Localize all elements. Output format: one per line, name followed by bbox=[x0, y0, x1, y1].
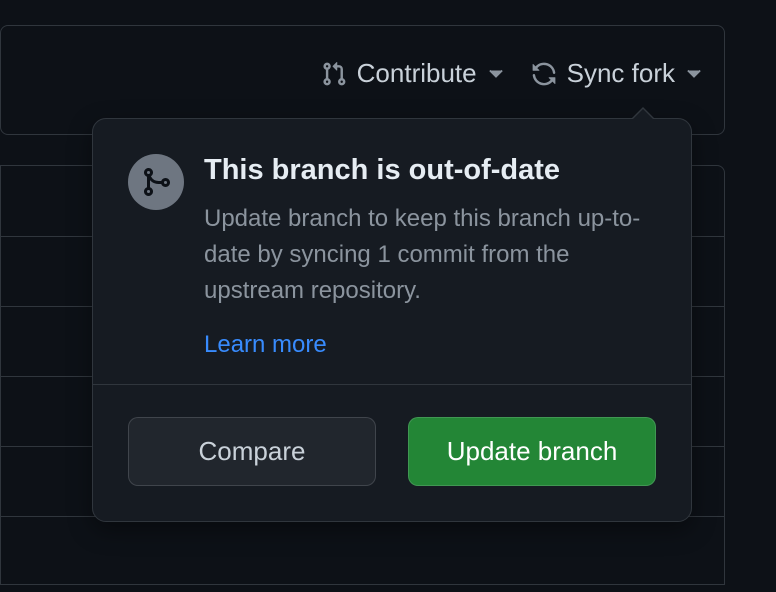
popover-footer: Compare Update branch bbox=[93, 384, 691, 521]
popover-title: This branch is out-of-date bbox=[204, 154, 656, 187]
popover-body: This branch is out-of-date Update branch… bbox=[93, 119, 691, 384]
chevron-down-icon bbox=[489, 69, 503, 79]
update-branch-button[interactable]: Update branch bbox=[408, 417, 656, 486]
popover-description: Update branch to keep this branch up-to-… bbox=[204, 201, 656, 309]
sync-fork-popover: This branch is out-of-date Update branch… bbox=[92, 118, 692, 522]
git-merge-icon bbox=[140, 166, 172, 198]
sync-fork-button[interactable]: Sync fork bbox=[531, 58, 701, 89]
pull-request-icon bbox=[321, 61, 347, 87]
toolbar-buttons: Contribute Sync fork bbox=[321, 58, 701, 89]
popover-content: This branch is out-of-date Update branch… bbox=[204, 154, 656, 359]
learn-more-link[interactable]: Learn more bbox=[204, 331, 327, 358]
list-row bbox=[1, 516, 724, 586]
compare-button[interactable]: Compare bbox=[128, 417, 376, 486]
sync-fork-label: Sync fork bbox=[567, 58, 675, 89]
chevron-down-icon bbox=[687, 69, 701, 79]
sync-icon bbox=[531, 61, 557, 87]
contribute-button[interactable]: Contribute bbox=[321, 58, 503, 89]
popover-icon-wrap bbox=[128, 154, 184, 210]
contribute-label: Contribute bbox=[357, 58, 477, 89]
